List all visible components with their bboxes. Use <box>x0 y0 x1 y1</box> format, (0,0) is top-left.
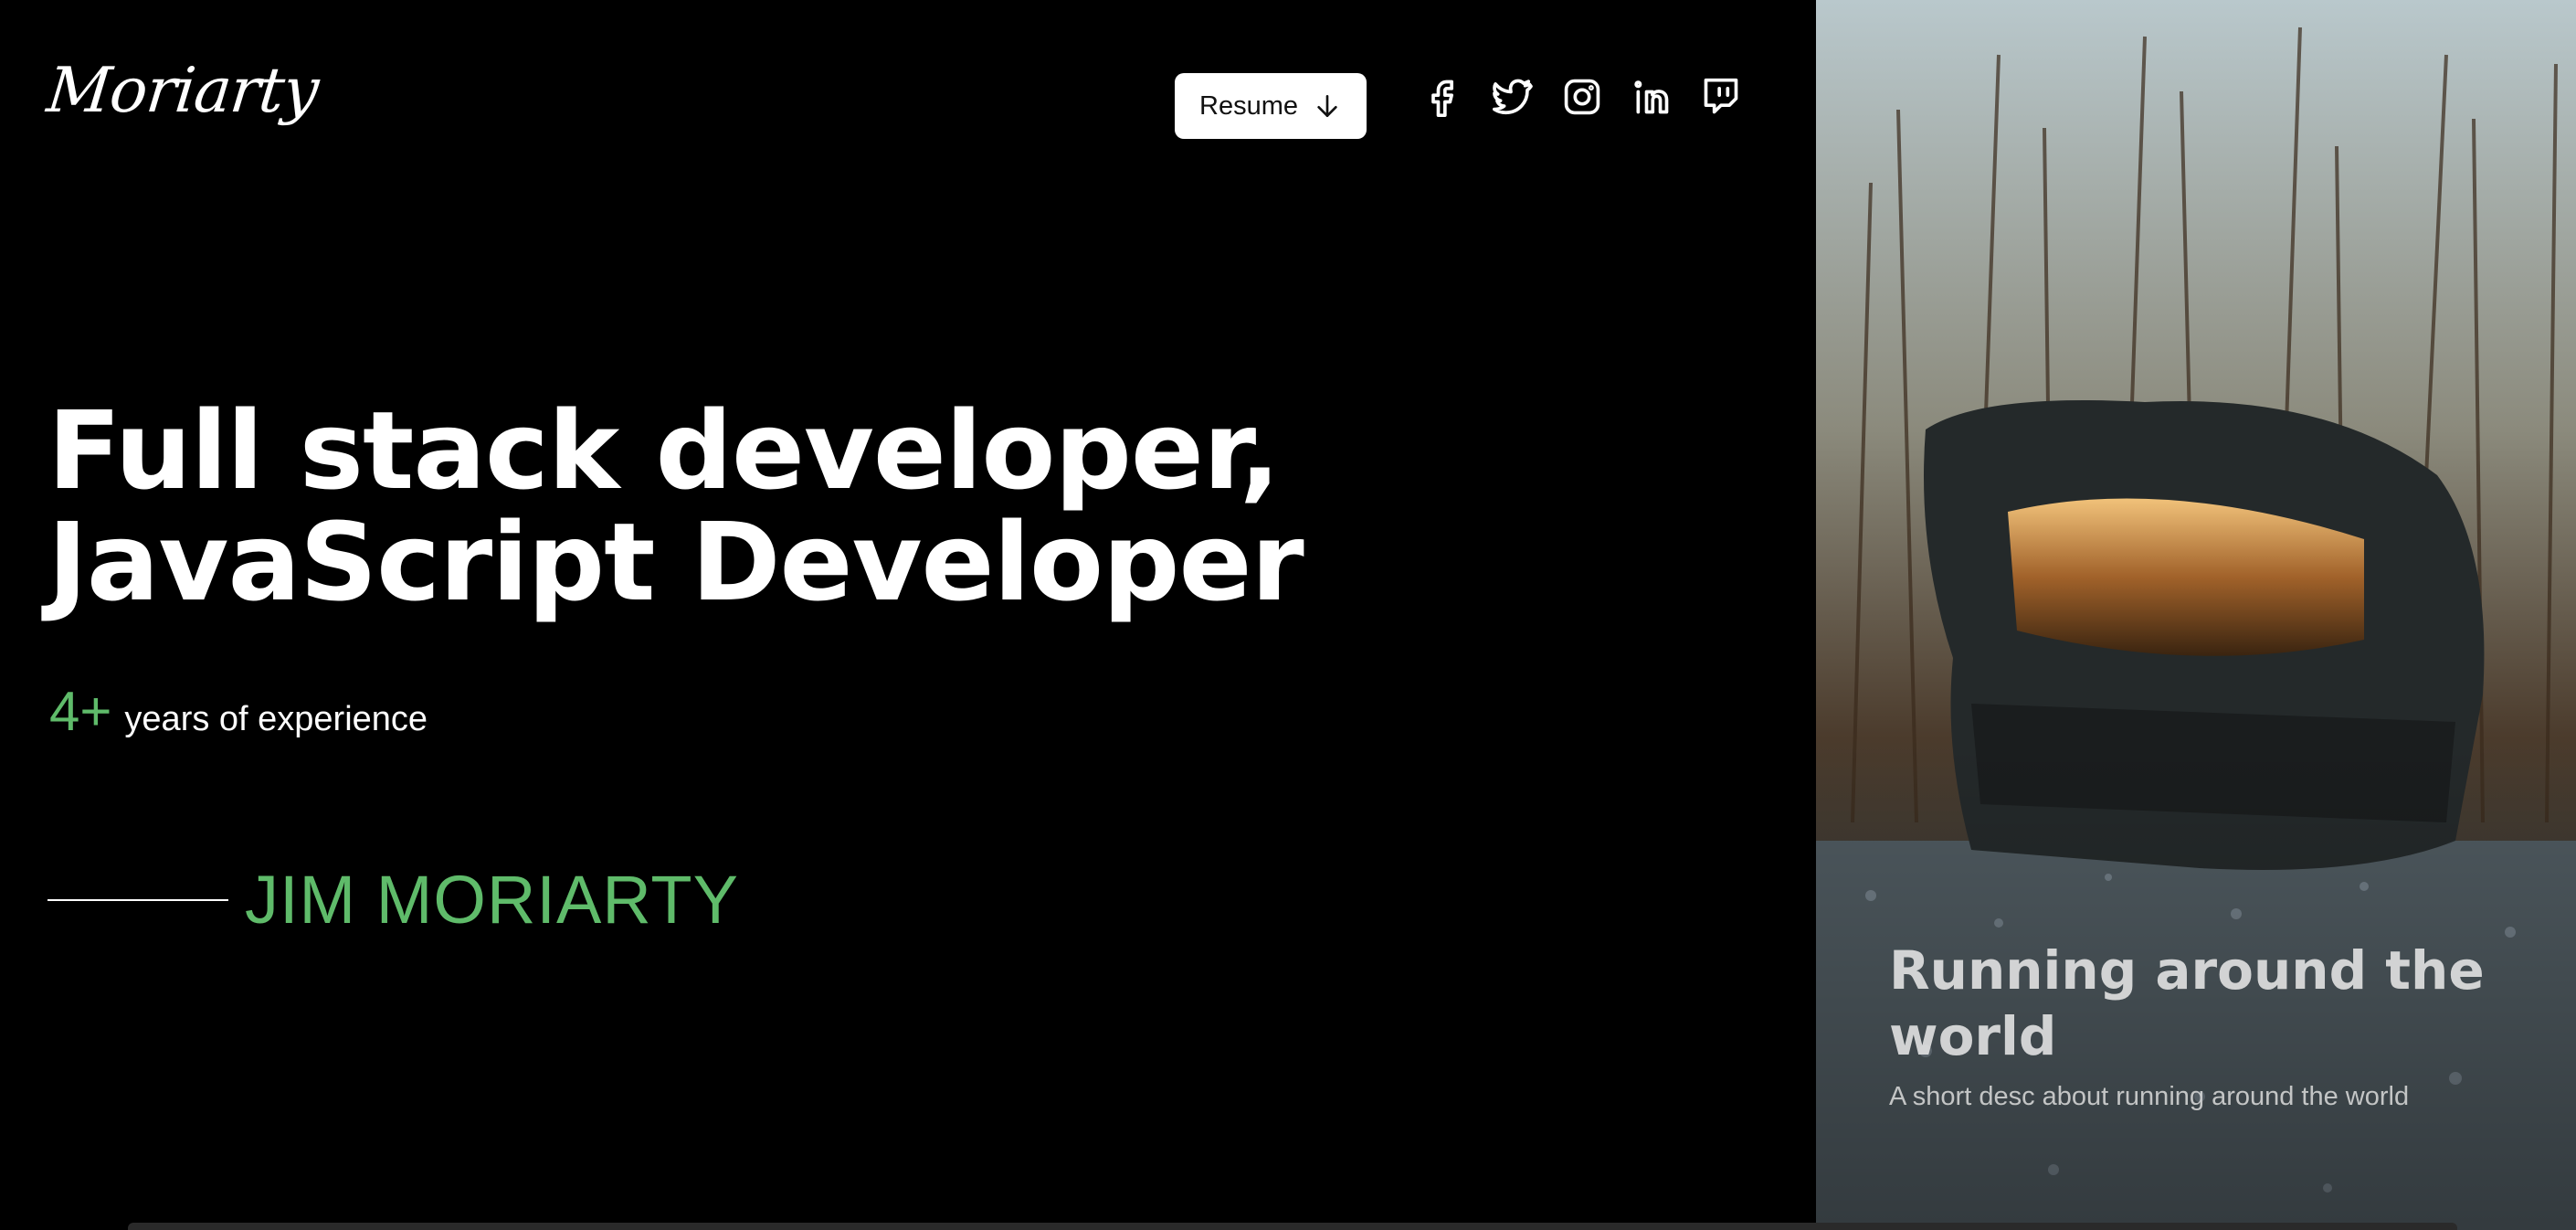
left-panel: Moriarty Resume Full stack developer, Ja… <box>0 0 1816 1230</box>
linkedin-icon <box>1634 80 1669 114</box>
headline-line-2: JavaScript Developer <box>48 499 1304 625</box>
developer-name: JIM MORIARTY <box>245 862 739 938</box>
feature-title: Running around the world <box>1889 939 2485 1067</box>
hero-headline: Full stack developer, JavaScript Develop… <box>48 395 1304 618</box>
twitch-link[interactable] <box>1701 77 1741 117</box>
resume-button-label: Resume <box>1199 90 1298 121</box>
social-links <box>1423 77 1741 117</box>
page: Moriarty Resume Full stack developer, Ja… <box>0 0 2576 1230</box>
bottom-edge <box>128 1223 2457 1230</box>
feature-card[interactable]: Running around the world A short desc ab… <box>1816 0 2576 1230</box>
resume-button[interactable]: Resume <box>1175 73 1367 139</box>
instagram-link[interactable] <box>1562 77 1602 117</box>
headline-line-1: Full stack developer, <box>48 387 1281 514</box>
experience-label: years of experience <box>124 700 428 738</box>
instagram-icon <box>1564 79 1600 115</box>
experience-value: 4+ <box>49 681 112 742</box>
name-divider <box>48 898 228 901</box>
feature-caption: Running around the world A short desc ab… <box>1889 938 2528 1112</box>
name-row: JIM MORIARTY <box>48 861 739 938</box>
arrow-down-icon <box>1317 95 1337 117</box>
logo[interactable]: Moriarty <box>44 55 322 127</box>
facebook-link[interactable] <box>1423 77 1463 117</box>
feature-description: A short desc about running around the wo… <box>1889 1082 2410 1111</box>
experience: 4+ years of experience <box>49 680 428 743</box>
linkedin-link[interactable] <box>1631 77 1672 117</box>
twitter-link[interactable] <box>1493 77 1533 117</box>
twitter-icon <box>1493 79 1533 115</box>
facebook-icon <box>1431 80 1453 117</box>
twitch-icon <box>1704 78 1738 114</box>
